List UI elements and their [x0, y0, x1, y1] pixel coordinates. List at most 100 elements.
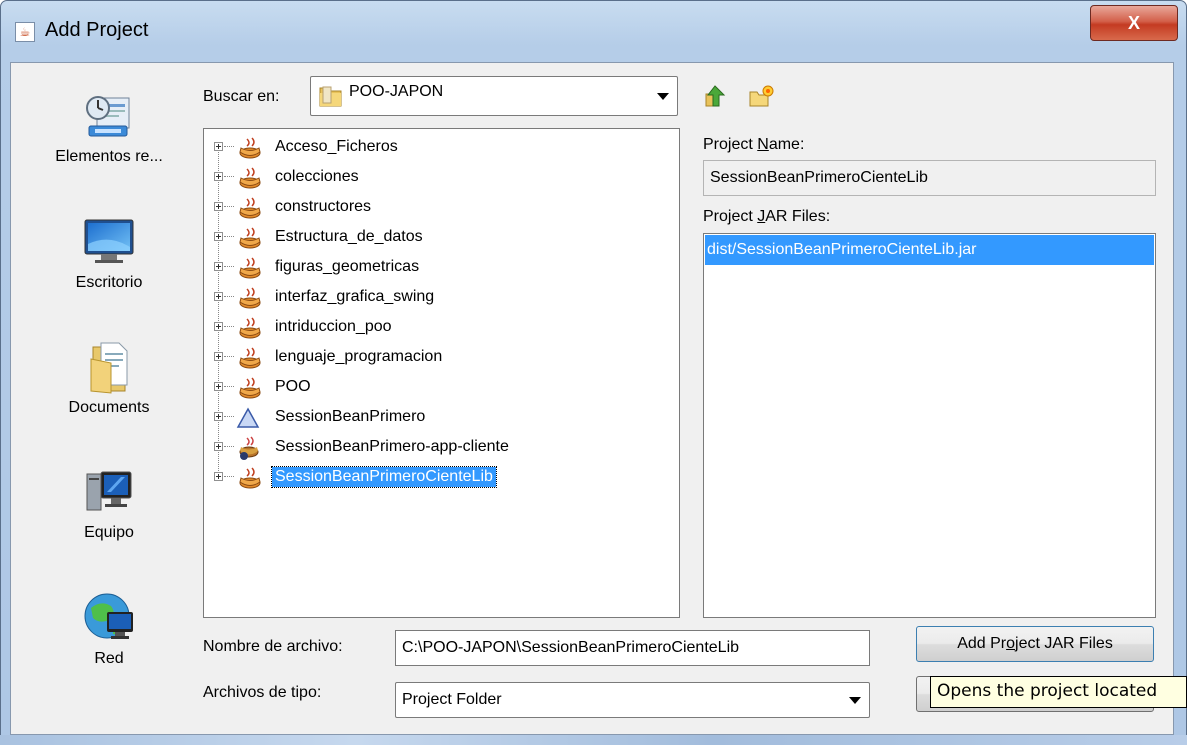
- filename-label: Nombre de archivo:: [203, 638, 343, 655]
- tree-item[interactable]: Estructura_de_datos: [204, 224, 674, 252]
- tree-item[interactable]: constructores: [204, 194, 674, 222]
- tooltip: Opens the project located: [930, 676, 1187, 708]
- tree-item-label: SessionBeanPrimero: [275, 408, 426, 425]
- tree-item[interactable]: POO: [204, 374, 674, 402]
- tree-item[interactable]: lenguaje_programacion: [204, 344, 674, 372]
- tree-connector: [224, 146, 234, 147]
- tree-item-label: POO: [275, 378, 311, 395]
- tree-item-label: Estructura_de_datos: [275, 228, 423, 245]
- chevron-down-icon[interactable]: [657, 93, 669, 100]
- java-project-icon: [235, 466, 269, 490]
- tree-item-label: lenguaje_programacion: [275, 348, 443, 365]
- java-project-icon: [235, 316, 269, 340]
- tree-item[interactable]: SessionBeanPrimeroCienteLib: [204, 464, 674, 492]
- tree-connector: [224, 416, 234, 417]
- expand-icon[interactable]: [214, 262, 223, 271]
- new-folder-icon[interactable]: [748, 84, 774, 108]
- filetype-value: Project Folder: [402, 691, 502, 708]
- java-project-icon: [235, 376, 269, 400]
- java-project-icon: [235, 226, 269, 250]
- filetype-label: Archivos de tipo:: [203, 684, 322, 701]
- tree-item[interactable]: colecciones: [204, 164, 674, 192]
- window-bottom-frame: [0, 735, 1187, 745]
- tree-item-label: SessionBeanPrimeroCienteLib: [271, 466, 497, 488]
- button-label-part: ject JAR Files: [1015, 635, 1113, 652]
- button-label-part: Add Pr: [957, 635, 1007, 652]
- place-label: Escritorio: [75, 274, 143, 291]
- place-recent-items[interactable]: Elementos re...: [34, 88, 184, 166]
- expand-icon[interactable]: [214, 412, 223, 421]
- tree-item-label: intriduccion_poo: [275, 318, 392, 335]
- label-mnemonic: N: [757, 136, 769, 153]
- project-tree[interactable]: Acceso_Ficheros colecciones constructores E…: [203, 128, 680, 618]
- place-computer[interactable]: Equipo: [34, 464, 184, 542]
- tree-item[interactable]: SessionBeanPrimero-app-cliente: [204, 434, 674, 462]
- filename-input[interactable]: C:\POO-JAPON\SessionBeanPrimeroCienteLib: [395, 630, 870, 666]
- label-part: AR Files:: [765, 208, 831, 225]
- lookin-value: POO-JAPON: [349, 83, 444, 100]
- expand-icon[interactable]: [214, 202, 223, 211]
- chevron-down-icon[interactable]: [849, 697, 861, 704]
- java-project-icon: [235, 256, 269, 280]
- tree-connector: [224, 176, 234, 177]
- expand-icon[interactable]: [214, 292, 223, 301]
- place-desktop[interactable]: Escritorio: [34, 214, 184, 292]
- desktop-icon: [81, 214, 137, 270]
- list-item[interactable]: dist/SessionBeanPrimeroCienteLib.jar: [705, 235, 1154, 265]
- up-folder-icon[interactable]: [704, 84, 726, 108]
- tree-connector: [224, 236, 234, 237]
- lookin-combo[interactable]: POO-JAPON: [310, 76, 678, 116]
- network-icon: [81, 590, 137, 646]
- project-jar-files-label: Project JAR Files:: [703, 208, 830, 226]
- tree-item-label: constructores: [275, 198, 372, 215]
- place-label: Documents: [68, 399, 150, 416]
- app-client-project-icon: [235, 436, 269, 460]
- expand-icon[interactable]: [214, 472, 223, 481]
- place-documents[interactable]: Documents: [34, 339, 184, 417]
- project-name-field: SessionBeanPrimeroCienteLib: [703, 160, 1156, 196]
- tree-item[interactable]: interfaz_grafica_swing: [204, 284, 674, 312]
- place-network[interactable]: Red: [34, 590, 184, 668]
- tree-connector: [224, 446, 234, 447]
- button-mnemonic: o: [1006, 635, 1016, 652]
- expand-icon[interactable]: [214, 322, 223, 331]
- tree-connector: [224, 386, 234, 387]
- title-bar[interactable]: ☕ Add Project X: [1, 1, 1186, 63]
- computer-icon: [81, 464, 137, 520]
- enterprise-project-icon: [235, 406, 269, 430]
- tree-item-label: interfaz_grafica_swing: [275, 288, 435, 305]
- tree-item-label: Acceso_Ficheros: [275, 138, 398, 155]
- add-project-jar-files-button[interactable]: Add Project JAR Files: [916, 626, 1154, 662]
- lookin-label: Buscar en:: [203, 88, 280, 105]
- folder-icon: [319, 86, 342, 107]
- expand-icon[interactable]: [214, 142, 223, 151]
- project-name-label: Project Name:: [703, 136, 804, 154]
- recent-items-icon: [81, 88, 137, 144]
- expand-icon[interactable]: [214, 352, 223, 361]
- tree-connector: [224, 356, 234, 357]
- expand-icon[interactable]: [214, 382, 223, 391]
- expand-icon[interactable]: [214, 442, 223, 451]
- tree-item[interactable]: SessionBeanPrimero: [204, 404, 674, 432]
- tree-item[interactable]: Acceso_Ficheros: [204, 134, 674, 162]
- place-label: Elementos re...: [55, 148, 163, 165]
- label-part: ame:: [768, 136, 805, 153]
- tree-connector: [224, 296, 234, 297]
- tree-connector: [224, 476, 234, 477]
- label-part: Project: [703, 136, 758, 153]
- tree-connector: [224, 266, 234, 267]
- expand-icon[interactable]: [214, 232, 223, 241]
- filetype-combo[interactable]: Project Folder: [395, 682, 870, 718]
- close-button[interactable]: X: [1090, 5, 1178, 41]
- java-project-icon: [235, 346, 269, 370]
- java-app-icon: ☕: [15, 22, 35, 42]
- documents-icon: [81, 339, 137, 395]
- tree-connector: [224, 206, 234, 207]
- expand-icon[interactable]: [214, 172, 223, 181]
- tree-item-label: figuras_geometricas: [275, 258, 420, 275]
- tree-item-label: SessionBeanPrimero-app-cliente: [275, 438, 509, 455]
- tree-item[interactable]: figuras_geometricas: [204, 254, 674, 282]
- label-part: Project: [703, 208, 758, 225]
- jar-files-list[interactable]: dist/SessionBeanPrimeroCienteLib.jar: [703, 233, 1156, 618]
- tree-item[interactable]: intriduccion_poo: [204, 314, 674, 342]
